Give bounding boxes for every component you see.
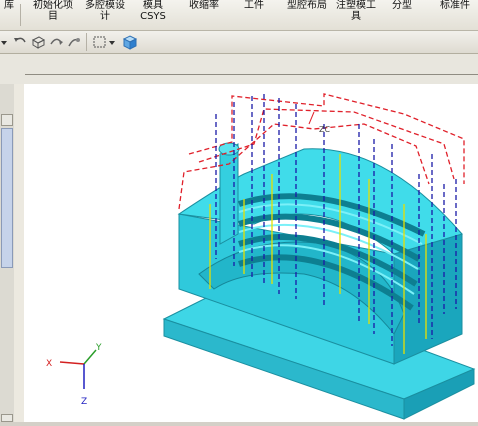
scrollbar-thumb[interactable] — [1, 128, 13, 268]
shrinkage-button[interactable]: 收缩率 — [186, 0, 222, 30]
scroll-up-button[interactable] — [1, 114, 13, 126]
ribbon-bar: 库 初始化项 目 多腔模设 计 模具 CSYS 收缩率 工件 型腔布局 注塑模工… — [0, 0, 478, 31]
cube-wire-icon[interactable] — [30, 34, 46, 50]
multi-cavity-design-button[interactable]: 多腔模设 计 — [80, 0, 130, 30]
rotate-icon[interactable] — [48, 34, 64, 50]
divider — [25, 74, 478, 75]
parting-button[interactable]: 分型 — [390, 0, 414, 30]
cavity-layout-button[interactable]: 型腔布局 — [284, 0, 330, 30]
triad-z-label: Z — [81, 397, 87, 407]
navigator-panel — [0, 84, 15, 422]
toolbar-separator — [86, 33, 87, 51]
box-select-icon[interactable] — [92, 34, 108, 50]
viewport-frame — [14, 84, 24, 422]
triad-y-label: Y — [95, 343, 102, 353]
standard-parts-button[interactable]: 标准件 — [436, 0, 474, 30]
view-toolbar — [0, 31, 478, 54]
ribbon-separator — [20, 4, 21, 26]
mold-csys-button[interactable]: 模具 CSYS — [138, 0, 168, 30]
toolbar-strip — [0, 54, 478, 85]
view-triad: Y X Z — [46, 343, 102, 407]
model-csys-label: ZC — [319, 125, 330, 134]
workpiece-button[interactable]: 工件 — [242, 0, 266, 30]
mold-tools-button[interactable]: 注塑模工 具 — [332, 0, 380, 30]
pan-icon[interactable] — [66, 34, 82, 50]
triad-x-label: X — [46, 359, 52, 369]
dropdown-arrow-icon[interactable] — [108, 34, 116, 50]
ribbon-left-fragment[interactable]: 库 — [2, 0, 16, 30]
cad-model-view[interactable]: ZC Y X Z — [24, 84, 478, 422]
shaded-cube-icon[interactable] — [122, 34, 138, 50]
model-csys-axis — [308, 111, 315, 125]
initialize-project-button[interactable]: 初始化项 目 — [30, 0, 76, 30]
undo-icon[interactable] — [12, 34, 28, 50]
scroll-down-button[interactable] — [1, 414, 13, 422]
graphics-viewport[interactable]: ZC Y X Z — [24, 84, 478, 422]
dropdown-arrow-icon[interactable] — [0, 34, 8, 50]
